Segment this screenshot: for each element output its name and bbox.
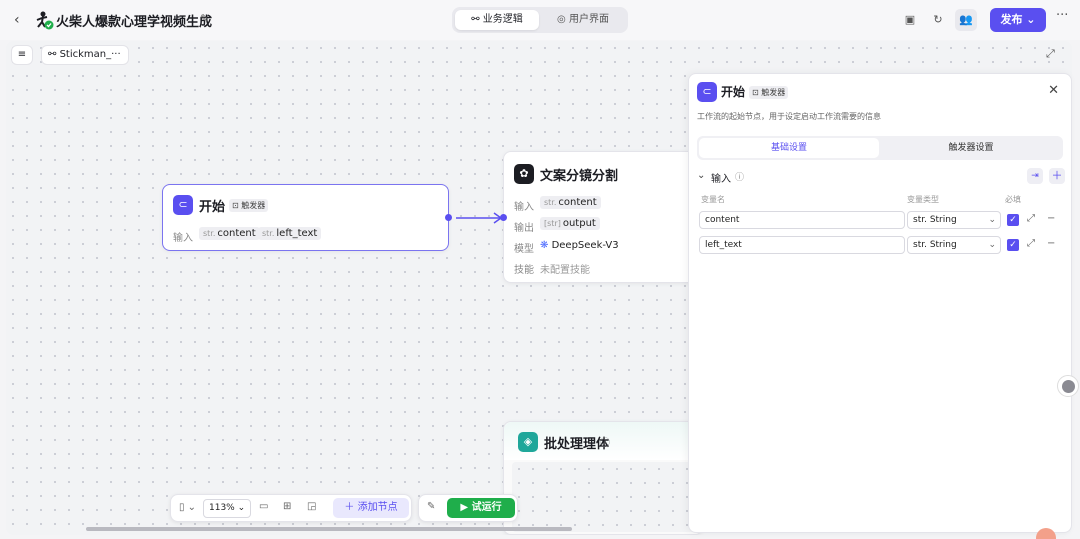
publish-button[interactable]: 发布 ⌄: [990, 8, 1046, 32]
chevron-left-icon[interactable]: ‹: [14, 12, 20, 28]
batch-subcanvas[interactable]: [512, 462, 696, 532]
test-run-button[interactable]: ▶ 试运行: [447, 498, 515, 518]
expand-icon[interactable]: ⤢: [1027, 213, 1035, 224]
panel-description: 工作流的起始节点，用于设定启动工作流需要的信息: [697, 112, 881, 121]
mouse-mode-icon[interactable]: ▯ ⌄: [179, 502, 196, 513]
start-icon: ⊂: [173, 195, 193, 215]
copy-split-node[interactable]: ✿ 文案分镜分割 输入 str. content 输出 [str] output 模…: [500, 151, 703, 283]
variable-type-select[interactable]: str. String ⌄: [907, 211, 1001, 229]
flow-icon: ⚯: [48, 49, 57, 60]
column-required: 必填: [1005, 195, 1021, 204]
stickman-logo-icon: [36, 11, 54, 30]
tab-basic-settings[interactable]: 基础设置: [699, 138, 879, 158]
skill-label: 技能: [514, 265, 534, 276]
column-type: 变量类型: [907, 195, 939, 204]
remove-icon[interactable]: −: [1047, 213, 1055, 224]
start-node[interactable]: ⊂ 开始 ⊡ 触发器 输入 str. content str. left_text: [162, 184, 452, 251]
sidebar-toggle-icon[interactable]: ≡: [11, 45, 33, 65]
comment-icon[interactable]: ▭: [259, 501, 268, 512]
app-title: 火柴人爆款心理学视频生成: [56, 15, 213, 30]
layers-icon: ◈: [518, 432, 538, 452]
fullscreen-icon[interactable]: ⤢: [1046, 47, 1055, 61]
output-label: 输出: [514, 223, 534, 234]
chevron-down-icon[interactable]: ⌄: [697, 170, 705, 181]
horizontal-scrollbar[interactable]: [86, 527, 572, 531]
minimap-icon[interactable]: ◲: [307, 501, 316, 512]
model-value: ❋ DeepSeek-V3: [540, 240, 619, 251]
required-checkbox[interactable]: ✓: [1007, 214, 1019, 226]
input-port[interactable]: [500, 214, 507, 221]
node-settings-panel: ⊂ 开始 ⊡ 触发器 ✕ 工作流的起始节点，用于设定启动工作流需要的信息 基础设…: [688, 73, 1072, 533]
workflow-chip[interactable]: ⚯ Stickman_···: [41, 45, 129, 65]
openai-icon: ✿: [514, 164, 534, 184]
input-label: 输入: [514, 202, 534, 213]
collaborators-icon[interactable]: 👥: [955, 9, 977, 31]
input-pill-left-text: str. left_text: [258, 227, 322, 240]
deepseek-icon: ❋: [540, 240, 549, 251]
info-icon[interactable]: ⓘ: [735, 170, 744, 183]
expand-icon[interactable]: ⤢: [1027, 238, 1035, 249]
variable-name-input[interactable]: content: [699, 211, 905, 229]
view-switcher: ⚯ 业务逻辑 ◎ 用户界面: [452, 7, 628, 33]
close-icon[interactable]: ✕: [1048, 83, 1059, 98]
panel-title: 开始: [721, 85, 746, 99]
more-menu-icon[interactable]: ···: [1056, 8, 1068, 23]
zoom-select[interactable]: 113% ⌄: [203, 499, 251, 518]
trigger-tag: ⊡ 触发器: [229, 199, 269, 212]
tab-user-interface[interactable]: ◎ 用户界面: [541, 10, 625, 30]
input-label: 输入: [173, 233, 193, 244]
variable-name-input[interactable]: left_text: [699, 236, 905, 254]
history-icon[interactable]: ↻: [927, 9, 949, 31]
add-node-button[interactable]: ＋ 添加节点: [333, 498, 409, 518]
section-input-label: 输入: [711, 174, 731, 185]
input-pill-content: str. content: [199, 227, 260, 240]
required-checkbox[interactable]: ✓: [1007, 239, 1019, 251]
skill-value: 未配置技能: [540, 265, 590, 276]
start-icon: ⊂: [697, 82, 717, 102]
column-name: 变量名: [701, 195, 725, 204]
tab-business-logic[interactable]: ⚯ 业务逻辑: [455, 10, 539, 30]
model-label: 模型: [514, 244, 534, 255]
grid-icon[interactable]: ⊞: [283, 501, 291, 512]
canvas-toolbar: ▯ ⌄ 113% ⌄ ▭ ⊞ ◲ ＋ 添加节点: [170, 494, 412, 522]
panel-tabs: 基础设置 触发器设置: [697, 136, 1063, 160]
output-pill: [str] output: [540, 217, 600, 230]
start-node-title: 开始: [199, 200, 226, 215]
variable-type-select[interactable]: str. String ⌄: [907, 236, 1001, 254]
edge-connector: [456, 212, 503, 224]
palette-icon: ◎: [557, 14, 566, 25]
copy-split-title: 文案分镜分割: [540, 169, 619, 184]
edit-icon[interactable]: ✎: [200, 12, 209, 25]
add-variable-button[interactable]: ＋: [1049, 168, 1065, 184]
run-toolbar: ✎ ▶ 试运行: [418, 494, 518, 522]
assistant-float-button[interactable]: [1057, 375, 1079, 397]
trigger-tag: ⊡ 触发器: [749, 86, 789, 99]
tab-trigger-settings[interactable]: 触发器设置: [881, 138, 1061, 158]
input-pill: str. content: [540, 196, 601, 209]
wrench-icon[interactable]: ✎: [427, 501, 435, 512]
top-bar: ‹ 火柴人爆款心理学视频生成 ✎ ⚯ 业务逻辑 ◎ 用户界面 ▣ ↻ 👥 发布 …: [0, 0, 1080, 40]
batch-node[interactable]: ◈ 批处理理体 ⓘ: [503, 421, 703, 535]
info-icon[interactable]: ⓘ: [600, 434, 610, 449]
flow-icon: ⚯: [471, 14, 480, 25]
layout-icon[interactable]: ▣: [899, 9, 921, 31]
remove-icon[interactable]: −: [1047, 238, 1055, 249]
import-icon[interactable]: ⇥: [1027, 168, 1043, 184]
